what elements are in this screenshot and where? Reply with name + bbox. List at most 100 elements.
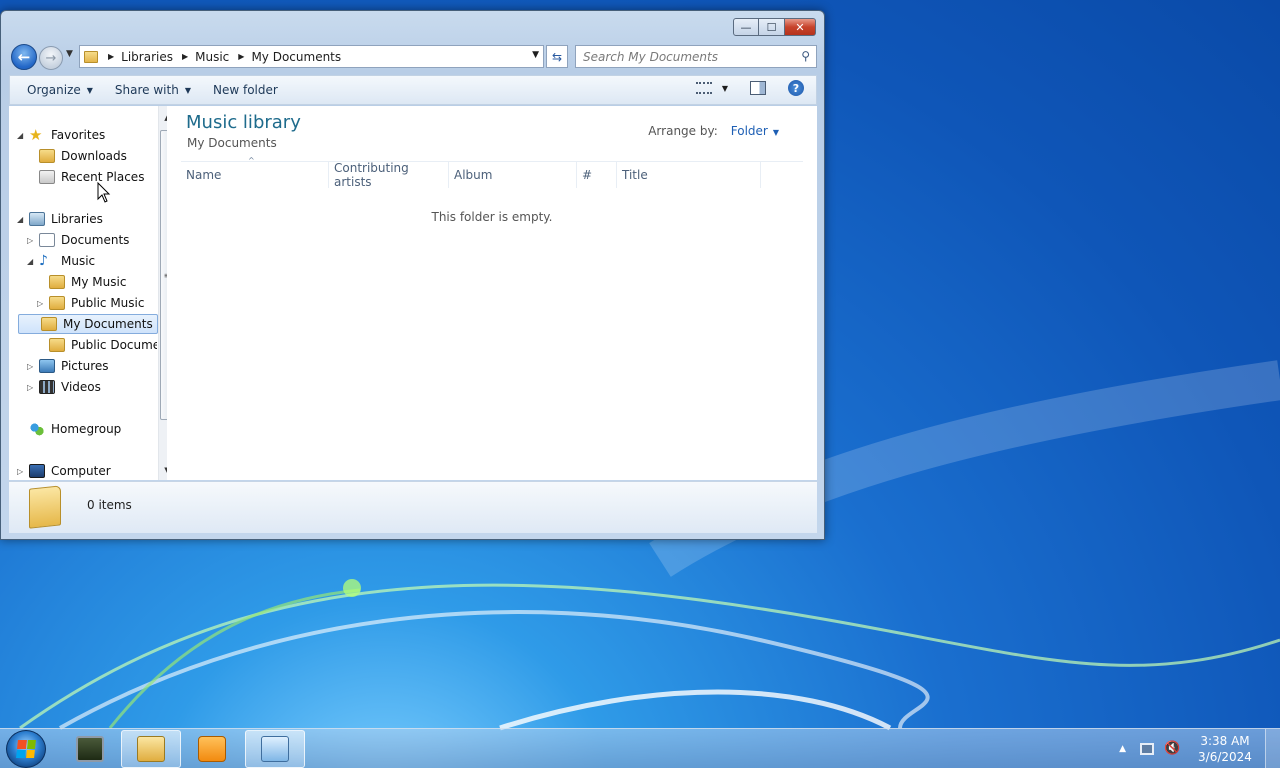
control-panel-icon — [261, 736, 289, 762]
search-icon[interactable]: ⚲ — [801, 49, 810, 63]
tree-item-downloads[interactable]: Downloads — [39, 146, 127, 166]
tree-item-libraries[interactable]: ◢ Libraries — [17, 209, 103, 229]
breadcrumb-separator-icon[interactable]: ▶ — [108, 52, 114, 61]
organize-label: Organize — [27, 83, 81, 97]
expand-icon[interactable]: ▷ — [17, 467, 27, 476]
tree-item-my-music[interactable]: My Music — [49, 272, 126, 292]
taskbar-app-control-panel[interactable] — [245, 730, 305, 768]
tree-item-music[interactable]: ◢ ♪ Music — [27, 251, 95, 271]
organize-button[interactable]: Organize ▼ — [18, 77, 102, 103]
tree-label: Homegroup — [51, 422, 122, 436]
tree-item-computer[interactable]: ▷ Computer — [17, 461, 111, 481]
tree-label: Favorites — [51, 128, 106, 142]
breadcrumb-separator-icon[interactable]: ▶ — [238, 52, 244, 61]
preview-pane-icon[interactable] — [750, 81, 766, 95]
collapse-icon[interactable]: ◢ — [17, 131, 27, 140]
share-with-button[interactable]: Share with ▼ — [106, 77, 200, 103]
tree-item-public-music[interactable]: ▷ Public Music — [37, 293, 144, 313]
empty-folder-message: This folder is empty. — [431, 210, 553, 224]
tree-item-my-documents[interactable]: My Documents — [18, 314, 158, 334]
tree-label: Public Music — [71, 296, 145, 310]
search-box[interactable]: ⚲ — [575, 45, 817, 68]
tree-item-homegroup[interactable]: Homegroup — [29, 419, 121, 439]
clock-date: 3/6/2024 — [1198, 750, 1252, 764]
column-track-number[interactable]: # — [577, 162, 617, 188]
explorer-window: — ☐ ✕ ← → ▼ ▶ Libraries ▶ Music ▶ My Doc… — [0, 10, 825, 540]
clock[interactable]: 3:38 AM 3/6/2024 — [1190, 733, 1260, 765]
expand-icon[interactable]: ▷ — [27, 236, 37, 245]
column-title[interactable]: Title — [617, 162, 761, 188]
start-button[interactable] — [6, 730, 46, 768]
arrange-by-value: Folder — [730, 124, 768, 138]
volume-muted-icon[interactable]: 🔇 — [1164, 741, 1180, 757]
computer-icon — [29, 464, 45, 478]
taskbar-app-windows-explorer[interactable] — [121, 730, 181, 768]
breadcrumb-separator-icon[interactable]: ▶ — [182, 52, 188, 61]
view-options-dropdown-icon[interactable]: ▼ — [722, 84, 728, 93]
tree-label: Pictures — [61, 359, 109, 373]
folder-icon — [39, 149, 55, 163]
folder-icon — [49, 275, 65, 289]
arrange-by-dropdown[interactable]: Folder ▼ — [731, 124, 779, 138]
taskbar-app-media-player[interactable] — [182, 730, 242, 768]
dropdown-arrow-icon: ▼ — [86, 85, 93, 95]
new-folder-button[interactable]: New folder — [204, 77, 287, 103]
change-view-icon[interactable] — [695, 82, 712, 94]
minimize-button[interactable]: — — [733, 18, 759, 36]
help-icon[interactable]: ? — [788, 80, 804, 96]
tree-label: Videos — [61, 380, 101, 394]
breadcrumb-libraries[interactable]: Libraries — [121, 50, 173, 64]
show-hidden-icons-icon[interactable]: ▲ — [1119, 744, 1126, 754]
library-title: Music library — [186, 112, 301, 133]
music-note-icon: ♪ — [39, 253, 48, 269]
mouse-pointer-icon — [97, 182, 111, 203]
column-contributing-artists[interactable]: Contributing artists — [329, 161, 449, 189]
column-album[interactable]: Album — [449, 162, 577, 188]
view-controls: ▼ ? — [695, 80, 804, 96]
dropdown-arrow-icon: ▼ — [772, 128, 779, 137]
star-icon: ★ — [29, 126, 43, 144]
tree-item-recent-places[interactable]: Recent Places — [39, 167, 144, 187]
tree-label: My Music — [71, 275, 127, 289]
column-headers: Name Contributing artists Album # Title — [181, 161, 803, 189]
taskbar-app-resource-monitor[interactable] — [60, 730, 120, 768]
collapse-icon[interactable]: ◢ — [17, 215, 27, 224]
tree-label: Public Documents — [71, 338, 157, 352]
expand-icon[interactable]: ▷ — [27, 362, 37, 371]
share-with-label: Share with — [114, 83, 179, 97]
item-count: 0 items — [87, 498, 132, 512]
address-dropdown-icon[interactable]: ▼ — [532, 50, 539, 60]
forward-button[interactable]: → — [39, 46, 63, 70]
column-name[interactable]: Name — [181, 162, 329, 188]
breadcrumb-music[interactable]: Music — [195, 50, 229, 64]
network-icon[interactable] — [1140, 743, 1154, 755]
refresh-button[interactable]: ⇆ — [546, 45, 568, 68]
maximize-button[interactable]: ☐ — [759, 18, 784, 36]
windows-logo-icon — [16, 740, 36, 758]
navigation-bar: ← → ▼ ▶ Libraries ▶ Music ▶ My Documents… — [9, 44, 817, 70]
tree-item-public-documents[interactable]: Public Documents — [49, 335, 157, 355]
breadcrumb-my-documents[interactable]: My Documents — [251, 50, 341, 64]
search-input[interactable] — [583, 47, 793, 67]
caption-buttons: — ☐ ✕ — [733, 18, 816, 36]
back-button[interactable]: ← — [11, 44, 37, 70]
expand-icon[interactable]: ▷ — [27, 383, 37, 392]
expand-icon[interactable]: ▷ — [37, 299, 47, 308]
tree-item-documents[interactable]: ▷ Documents — [27, 230, 129, 250]
folder-icon — [41, 317, 57, 331]
details-pane: 0 items — [9, 481, 817, 533]
documents-icon — [39, 233, 55, 247]
close-button[interactable]: ✕ — [784, 18, 816, 36]
system-tray: ▲ 🔇 3:38 AM 3/6/2024 — [1119, 729, 1280, 768]
tree-item-videos[interactable]: ▷ Videos — [27, 377, 101, 397]
show-desktop-button[interactable] — [1265, 729, 1280, 768]
library-subtitle: My Documents — [187, 136, 277, 150]
tree-label: Libraries — [51, 212, 103, 226]
taskbar: ▲ 🔇 3:38 AM 3/6/2024 — [0, 728, 1280, 768]
collapse-icon[interactable]: ◢ — [27, 257, 37, 266]
tree-item-pictures[interactable]: ▷ Pictures — [27, 356, 109, 376]
recent-pages-dropdown[interactable]: ▼ — [66, 49, 73, 59]
tree-label: Documents — [61, 233, 130, 247]
address-bar[interactable]: ▶ Libraries ▶ Music ▶ My Documents ▼ — [79, 45, 544, 68]
tree-item-favorites[interactable]: ◢ ★ Favorites — [17, 125, 105, 145]
